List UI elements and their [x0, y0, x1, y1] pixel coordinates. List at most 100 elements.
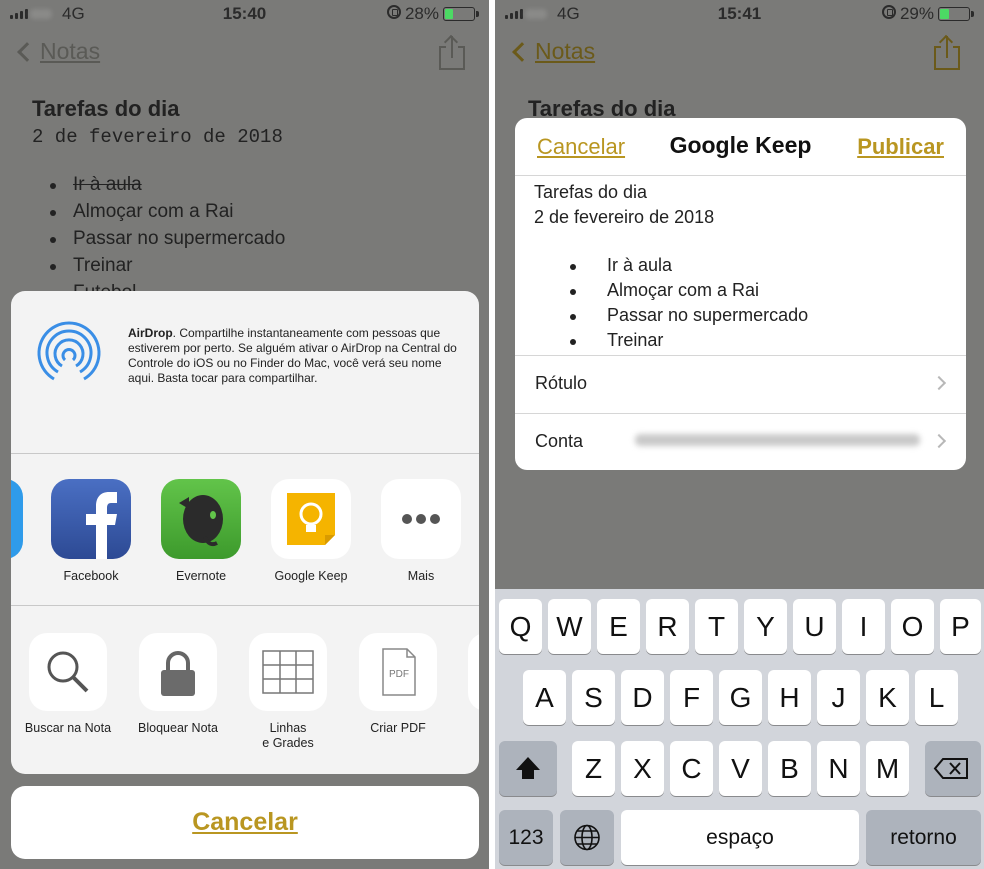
key-r[interactable]: R	[646, 599, 689, 654]
status-bar: 4G 15:40 28%	[0, 0, 489, 28]
key-g[interactable]: G	[719, 670, 762, 725]
actions-row: Buscar na Nota Bloquear Nota Linhas e Gra…	[11, 607, 479, 774]
key-x[interactable]: X	[621, 741, 664, 796]
key-m[interactable]: M	[866, 741, 909, 796]
list-item: Treinar	[567, 330, 808, 355]
share-icon[interactable]	[934, 34, 960, 70]
globe-icon	[574, 824, 600, 851]
action-lines-grids[interactable]: Linhas e Grades	[234, 633, 342, 751]
share-sheet: AirDrop. Compartilhe instantaneamente co…	[11, 291, 479, 774]
list-item: Ir à aula	[50, 174, 285, 201]
left-screenshot: 4G 15:40 28% Notas Tarefas do dia 2 de f…	[0, 0, 489, 869]
grids-label: e Grades	[262, 736, 314, 750]
list-item: Treinar	[50, 255, 285, 282]
app-facebook[interactable]: Facebook	[41, 479, 141, 583]
pdf-icon-text: PDF	[389, 669, 409, 680]
app-evernote[interactable]: Evernote	[151, 479, 251, 583]
list-item: Passar no supermercado	[567, 305, 808, 330]
google-keep-dialog: Cancelar Google Keep Publicar Tarefas do…	[515, 118, 966, 470]
key-w[interactable]: W	[548, 599, 591, 654]
airdrop-description: AirDrop. Compartilhe instantaneamente co…	[128, 326, 457, 385]
pdf-icon: PDF	[359, 633, 437, 711]
right-screenshot: 4G 15:41 29% Notas Tarefas do dia Cancel…	[495, 0, 984, 869]
key-v[interactable]: V	[719, 741, 762, 796]
airdrop-icon	[37, 321, 101, 385]
key-y[interactable]: Y	[744, 599, 787, 654]
battery-icon	[443, 7, 479, 21]
keyboard: Q W E R T Y U I O P A S D F G H J K L Z …	[495, 589, 984, 869]
back-button[interactable]: Notas	[12, 38, 100, 65]
grid-icon	[249, 633, 327, 711]
google-keep-icon	[271, 479, 351, 559]
chevron-right-icon	[931, 433, 947, 449]
status-bar: 4G 15:41 29%	[495, 0, 984, 28]
list-item: Almoçar com a Rai	[50, 201, 285, 228]
app-icon-partial[interactable]	[11, 479, 23, 559]
apps-row: Facebook Evernote Google Keep Mais	[11, 455, 479, 606]
key-c[interactable]: C	[670, 741, 713, 796]
list-item: Almoçar com a Rai	[567, 280, 808, 305]
action-search-note[interactable]: Buscar na Nota	[14, 633, 122, 736]
key-t[interactable]: T	[695, 599, 738, 654]
globe-key[interactable]	[560, 810, 614, 865]
key-i[interactable]: I	[842, 599, 885, 654]
return-key[interactable]: retorno	[866, 810, 981, 865]
delete-key[interactable]	[925, 741, 981, 796]
key-z[interactable]: Z	[572, 741, 615, 796]
chevron-left-icon	[17, 41, 37, 62]
key-o[interactable]: O	[891, 599, 934, 654]
shift-icon	[516, 757, 540, 779]
list-item: Passar no supermercado	[50, 228, 285, 255]
note-title: Tarefas do dia	[32, 96, 180, 121]
chevron-right-icon	[931, 375, 947, 391]
more-icon	[381, 479, 461, 559]
dialog-header: Cancelar Google Keep Publicar	[515, 118, 966, 176]
action-partial[interactable]	[468, 633, 479, 711]
dialog-note-list: Ir à aula Almoçar com a Rai Passar no su…	[567, 255, 808, 355]
backspace-icon	[933, 758, 968, 779]
app-google-keep[interactable]: Google Keep	[261, 479, 361, 583]
key-q[interactable]: Q	[499, 599, 542, 654]
key-l[interactable]: L	[915, 670, 958, 725]
share-icon[interactable]	[439, 34, 465, 70]
lines-label: Linhas	[269, 721, 307, 735]
key-n[interactable]: N	[817, 741, 860, 796]
action-lock-note[interactable]: Bloquear Nota	[124, 633, 232, 736]
battery-percent: 28%	[404, 4, 439, 23]
shift-key[interactable]	[499, 741, 557, 796]
label-row[interactable]: Rótulo	[515, 355, 966, 412]
key-b[interactable]: B	[768, 741, 811, 796]
key-s[interactable]: S	[572, 670, 615, 725]
battery-percent: 29%	[899, 4, 934, 23]
key-p[interactable]: P	[940, 599, 981, 654]
app-more[interactable]: Mais	[371, 479, 471, 583]
rotation-lock-icon	[387, 5, 401, 19]
key-e[interactable]: E	[597, 599, 640, 654]
cancel-button[interactable]: Cancelar	[11, 786, 479, 859]
key-f[interactable]: F	[670, 670, 713, 725]
search-icon	[29, 633, 107, 711]
key-u[interactable]: U	[793, 599, 836, 654]
key-k[interactable]: K	[866, 670, 909, 725]
facebook-icon	[51, 479, 131, 559]
action-create-pdf[interactable]: PDF Criar PDF	[344, 633, 452, 736]
back-button[interactable]: Notas	[507, 38, 595, 65]
battery-icon	[938, 7, 974, 21]
lock-icon	[139, 633, 217, 711]
account-row[interactable]: Conta	[515, 413, 966, 470]
list-item: Ir à aula	[567, 255, 808, 280]
note-date: 2 de fevereiro de 2018	[32, 126, 283, 148]
airdrop-section: AirDrop. Compartilhe instantaneamente co…	[11, 291, 479, 454]
rotation-lock-icon	[882, 5, 896, 19]
key-a[interactable]: A	[523, 670, 566, 725]
space-key[interactable]: espaço	[621, 810, 859, 865]
key-h[interactable]: H	[768, 670, 811, 725]
chevron-left-icon	[512, 41, 532, 62]
evernote-icon	[161, 479, 241, 559]
key-d[interactable]: D	[621, 670, 664, 725]
key-j[interactable]: J	[817, 670, 860, 725]
publish-button[interactable]: Publicar	[857, 134, 944, 160]
note-list: Ir à aula Almoçar com a Rai Passar no su…	[50, 174, 285, 309]
dialog-note-text[interactable]: Tarefas do dia 2 de fevereiro de 2018	[534, 180, 714, 230]
numbers-key[interactable]: 123	[499, 810, 553, 865]
